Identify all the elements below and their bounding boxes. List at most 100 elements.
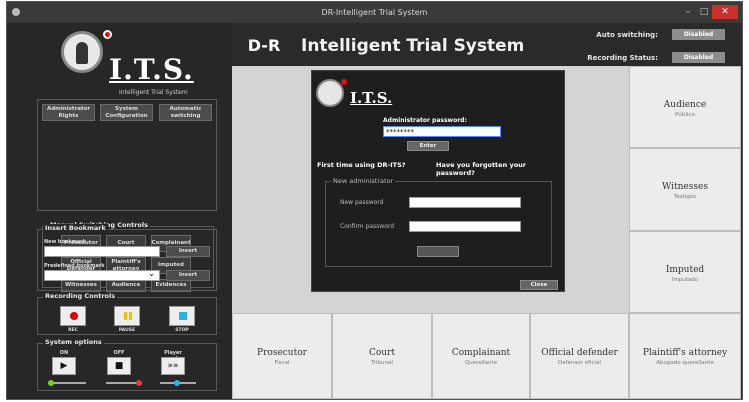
recording-controls-group: Recording Controls REC PAUSE STOP: [37, 292, 217, 335]
fast-forward-icon: »»: [167, 361, 179, 371]
rec-label: REC: [68, 328, 78, 333]
pause-label: PAUSE: [118, 328, 136, 333]
automatic-switching-button[interactable]: Automatic switching: [159, 104, 212, 121]
new-bookmark-label: New bookmark: [44, 239, 87, 245]
main-stage: I.T.S. Administrator password: ******** …: [232, 66, 629, 313]
off-label: OFF: [113, 350, 125, 356]
party-court-tile[interactable]: Court Tribunal: [332, 313, 432, 399]
dialog-logo-text: I.T.S.: [350, 89, 393, 107]
main-controls-group: Administrator Rights System Configuratio…: [37, 99, 217, 292]
play-icon: ▶: [60, 361, 68, 371]
rec-button[interactable]: [60, 306, 86, 326]
on-label: ON: [59, 350, 69, 356]
off-slider[interactable]: [106, 380, 142, 386]
off-button[interactable]: ■: [107, 357, 131, 375]
predefined-bookmark-label: Predefined bookmark: [44, 263, 105, 269]
record-icon: [70, 312, 78, 320]
bottom-party-row: Prosecutor Fiscal Court Tribunal Complai…: [232, 313, 742, 399]
record-dot-icon: [103, 30, 112, 39]
header: D-R Intelligent Trial System Auto switch…: [232, 23, 742, 66]
stop-square-icon: ■: [114, 361, 124, 371]
logo-text: I.T.S.: [109, 53, 194, 86]
predefined-bookmark-select[interactable]: ⌄: [44, 269, 160, 281]
party-plaintiffs-attorney-tile[interactable]: Plaintiff's attorney Abogado querellante: [629, 313, 741, 399]
party-name-es: Tribunal: [371, 360, 393, 366]
admin-login-dialog: I.T.S. Administrator password: ******** …: [311, 70, 565, 292]
new-password-input[interactable]: [409, 197, 521, 208]
new-password-label: New password: [340, 199, 384, 206]
party-name-es: Público: [675, 112, 695, 118]
first-time-link[interactable]: First time using DR-ITS?: [317, 161, 406, 169]
party-name-es: Imputado: [671, 277, 699, 283]
party-complainant-tile[interactable]: Complainant Querellante: [432, 313, 530, 399]
dr-brand-logo: D-R: [247, 36, 281, 55]
party-prosecutor-tile[interactable]: Prosecutor Fiscal: [232, 313, 332, 399]
new-administrator-legend: New administrator: [331, 177, 396, 185]
close-dialog-button[interactable]: Close: [520, 280, 558, 290]
forgot-password-link[interactable]: Have you forgotten your password?: [436, 161, 564, 177]
title-bar: DR-Intelligent Trial System – □ ✕: [7, 2, 742, 23]
party-name: Prosecutor: [257, 348, 307, 358]
judge-logo-icon: [316, 79, 344, 107]
on-slider-knob[interactable]: [48, 380, 54, 386]
party-name-es: Querellante: [464, 360, 498, 366]
on-button[interactable]: ▶: [52, 357, 76, 375]
party-name: Plaintiff's attorney: [642, 348, 728, 358]
party-audience-tile[interactable]: Audience Público: [629, 66, 741, 148]
app-icon: [12, 8, 20, 16]
pause-icon-right: [129, 312, 132, 320]
app-window: DR-Intelligent Trial System – □ ✕ I.T.S.…: [6, 1, 743, 400]
system-configuration-button[interactable]: System Configuration: [100, 104, 153, 121]
insert-bookmark-group: Insert Bookmark New bookmark Insert Pred…: [37, 224, 217, 291]
pause-button[interactable]: [114, 306, 140, 326]
maximize-button[interactable]: □: [697, 5, 711, 19]
on-slider[interactable]: [48, 380, 86, 386]
logo-subtitle: Intelligent Trial System: [119, 89, 188, 96]
party-name: Witnesses: [662, 182, 708, 192]
chevron-down-icon: ⌄: [148, 269, 155, 278]
its-logo: I.T.S. Intelligent Trial System: [15, 27, 225, 101]
party-name: Complainant: [451, 348, 511, 358]
insert-new-bookmark-button[interactable]: Insert: [166, 246, 210, 257]
close-window-button[interactable]: ✕: [712, 5, 738, 19]
off-slider-knob[interactable]: [136, 380, 142, 386]
pause-icon-left: [124, 312, 127, 320]
stop-button[interactable]: [169, 306, 195, 326]
player-slider-knob[interactable]: [174, 380, 180, 386]
recording-controls-legend: Recording Controls: [43, 292, 118, 300]
party-name: Court: [368, 348, 396, 358]
window-title: DR-Intelligent Trial System: [321, 8, 428, 17]
party-imputed-tile[interactable]: Imputed Imputado: [629, 231, 741, 313]
insert-predefined-bookmark-button[interactable]: Insert: [166, 270, 210, 281]
minimize-button[interactable]: –: [681, 5, 695, 19]
new-bookmark-input[interactable]: [44, 246, 160, 257]
player-slider[interactable]: [160, 380, 196, 386]
right-party-column: Audience Público Witnesses Testigos Impu…: [629, 66, 741, 313]
party-name: Official defender: [541, 348, 618, 358]
party-name-es: Fiscal: [274, 360, 290, 366]
player-mode-button[interactable]: »»: [161, 357, 185, 375]
stop-icon: [179, 312, 187, 320]
system-options-legend: System options: [43, 338, 104, 346]
party-name: Audience: [663, 100, 707, 110]
auto-switching-status-badge: Disabled: [672, 29, 725, 40]
save-new-admin-button[interactable]: Save: [417, 246, 459, 257]
new-administrator-group: New administrator New password Confirm p…: [325, 177, 552, 267]
judge-logo-icon: [61, 31, 103, 73]
app-title: Intelligent Trial System: [301, 36, 525, 56]
party-official-defender-tile[interactable]: Official defender Defensor oficial: [530, 313, 629, 399]
party-name-es: Testigos: [673, 194, 697, 200]
administrator-rights-button[interactable]: Administrator Rights: [42, 104, 95, 121]
insert-bookmark-legend: Insert Bookmark: [43, 224, 108, 232]
confirm-password-label: Confirm password: [340, 223, 395, 230]
party-name-es: Defensor oficial: [558, 360, 601, 366]
party-name: Imputed: [665, 265, 705, 275]
party-witnesses-tile[interactable]: Witnesses Testigos: [629, 148, 741, 231]
record-dot-icon: [341, 79, 347, 85]
system-options-group: System options ON OFF Player mode ▶ ■ »»: [37, 338, 217, 391]
admin-password-input[interactable]: ********: [383, 126, 501, 137]
stop-label: STOP: [175, 328, 189, 333]
confirm-password-input[interactable]: [409, 221, 521, 232]
enter-button[interactable]: Enter: [407, 141, 449, 151]
recording-status-badge: Disabled: [672, 52, 725, 63]
